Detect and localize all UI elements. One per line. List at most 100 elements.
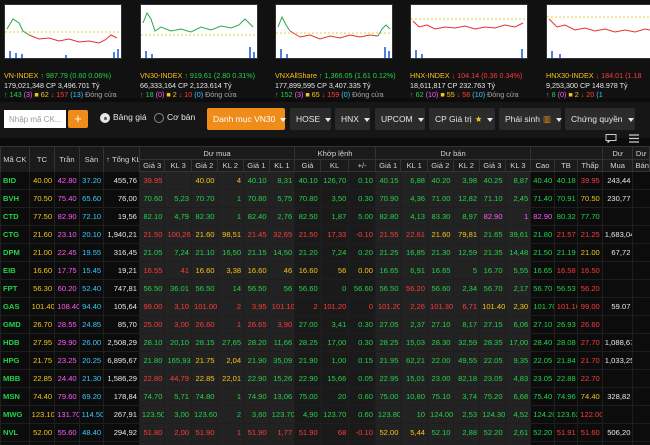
- table-row[interactable]: MBB 22.85 24.40 21.30 1,586,29 22.80 44,79 22.8…: [0, 369, 650, 388]
- table-cell: 101.20: [374, 297, 401, 316]
- col-match-price[interactable]: Giá: [294, 159, 321, 172]
- table-cell: 70.80: [243, 189, 270, 208]
- table-row[interactable]: PNJ83.9089.7078.10229,7783.703,6083.803,…: [0, 441, 650, 445]
- advancers: ↑ 8: [546, 90, 556, 99]
- col-bid-price-1[interactable]: Giá 1: [243, 159, 270, 172]
- tab-hnx[interactable]: HNX: [335, 108, 370, 130]
- table-cell: 16,50: [216, 243, 244, 262]
- stock-symbol[interactable]: NVL: [0, 423, 30, 442]
- col-match-vol[interactable]: KL: [319, 159, 350, 172]
- col-bid-vol-3[interactable]: KL 3: [164, 159, 193, 172]
- basic-radio[interactable]: [154, 113, 164, 123]
- index-card-vn30[interactable]: VN30-INDEX ↑ 919.61 (2.80 0.31%) 66,333,…: [140, 4, 264, 99]
- stock-symbol[interactable]: DPM: [0, 243, 30, 262]
- header-floor[interactable]: Sàn: [78, 146, 105, 172]
- index-card-vnindex[interactable]: VN-INDEX ↑ 987.79 (0.60 0.06%) 179,021,3…: [4, 4, 128, 99]
- table-row[interactable]: NVL 52.00 55.60 48.40 294,92 51.80 2,00 51.90 1 5…: [0, 423, 650, 442]
- tab-hose[interactable]: HOSE: [290, 108, 332, 130]
- stock-symbol[interactable]: BVH: [0, 189, 30, 208]
- tab-warrants[interactable]: Chứng quyền: [565, 108, 635, 130]
- table-cell: 40.18: [553, 171, 578, 190]
- chat-icon[interactable]: [605, 134, 617, 143]
- tab-upcom[interactable]: UPCOM: [375, 108, 425, 130]
- col-bid-vol-2[interactable]: KL 2: [216, 159, 245, 172]
- stock-symbol[interactable]: HPG: [0, 351, 30, 370]
- table-row[interactable]: BVH 70.50 75.40 65.60 76,00 70.60 5,23 70.70 1 70…: [0, 189, 650, 208]
- index-card-vnxallshare[interactable]: VNXAllShare ↑ 1,366.05 (1.61 0.12%) 177,…: [275, 4, 399, 99]
- table-cell: 56.53: [553, 279, 578, 298]
- unchanged: ■ 2: [166, 90, 177, 99]
- stock-symbol[interactable]: FPT: [0, 279, 30, 298]
- col-high[interactable]: Cao: [530, 159, 555, 172]
- decliners: ↓ 58: [454, 90, 471, 99]
- add-stock-button[interactable]: +: [68, 110, 88, 128]
- stock-symbol[interactable]: HDB: [0, 333, 30, 352]
- table-cell: 101.16: [553, 297, 578, 316]
- chevron-down-icon: [417, 117, 424, 122]
- table-row[interactable]: CTG 21.60 23.10 20.10 1,940,21 21.50 100,26 21.…: [0, 225, 650, 244]
- menu-icon[interactable]: [628, 134, 640, 143]
- table-cell: 28.30: [427, 333, 454, 352]
- stock-symbol[interactable]: MSN: [0, 387, 30, 406]
- tab-vn30-list[interactable]: Danh mục VN30: [207, 108, 287, 130]
- index-card-hnxindex[interactable]: HNX-INDEX ↓ 104.14 (0.36 0.34%) 18,611,8…: [410, 4, 534, 99]
- col-bid-vol-1[interactable]: KL 1: [268, 159, 296, 172]
- stock-symbol[interactable]: CTD: [0, 207, 30, 226]
- stock-symbol[interactable]: MBB: [0, 369, 30, 388]
- col-ask-price-2[interactable]: Giá 2: [427, 159, 454, 172]
- table-row[interactable]: GMD 26.70 28.55 24.85 85,70 25.00 3,00 26.60 1 26…: [0, 315, 650, 334]
- table-cell: 39.95: [138, 171, 165, 190]
- price-board-radio[interactable]: [100, 113, 110, 123]
- table-cell: 27.05: [374, 315, 401, 334]
- table-cell: 5,55: [504, 261, 531, 280]
- table-row[interactable]: DPM 21.00 22.45 19.55 316,45 21.05 7,24 21.10 16…: [0, 243, 650, 262]
- index-chart-vnindex: [4, 4, 122, 59]
- stock-symbol[interactable]: BID: [0, 171, 30, 190]
- table-row[interactable]: HDB 27.95 29.90 26.00 2,508,29 28.10 20,10 28.1…: [0, 333, 650, 352]
- stock-symbol[interactable]: GMD: [0, 315, 30, 334]
- col-ask-vol-3[interactable]: KL 3: [504, 159, 532, 172]
- header-ceiling[interactable]: Trần: [54, 146, 80, 172]
- col-ask-vol-2[interactable]: KL 2: [452, 159, 481, 172]
- table-cell: 316,45: [103, 243, 140, 262]
- stock-symbol[interactable]: EIB: [0, 261, 30, 280]
- table-row[interactable]: MSN 74.40 79.60 69.20 178,84 74.70 5,71 74.80 1 7…: [0, 387, 650, 406]
- stock-symbol[interactable]: CTG: [0, 225, 30, 244]
- table-cell: [601, 441, 633, 445]
- tab-derivatives[interactable]: Phái sinh ▥: [499, 108, 562, 130]
- table-cell: 40.40: [530, 171, 555, 190]
- col-bid-price-2[interactable]: Giá 2: [191, 159, 218, 172]
- col-ask-vol-1[interactable]: KL 1: [400, 159, 429, 172]
- table-cell: [632, 441, 650, 445]
- table-row[interactable]: BID 40.00 42.80 37.20 455,76 39.95 40.00 4 40.10…: [0, 171, 650, 190]
- header-total-volume[interactable]: ↑ Tổng KL: [103, 146, 140, 172]
- col-sell[interactable]: Bán: [632, 159, 650, 172]
- col-change[interactable]: +/-: [348, 159, 376, 172]
- index-change: ↓ 104.14 (0.36 0.34%): [451, 71, 523, 80]
- header-reference[interactable]: TC: [28, 146, 56, 172]
- tab-value-stocks[interactable]: CP Giá trị ★: [429, 108, 495, 130]
- stock-search-input[interactable]: [4, 110, 66, 128]
- col-ask-price-3[interactable]: Giá 3: [479, 159, 506, 172]
- header-symbol[interactable]: Mã CK: [0, 146, 30, 172]
- table-cell: 72.10: [78, 207, 104, 226]
- table-row[interactable]: MWG 123.10 131.70 114.50 267,91 123.50 3,00 123…: [0, 405, 650, 424]
- table-row[interactable]: HPG 21.75 23.25 20.25 6,895,67 21.80 165,93 21.…: [0, 351, 650, 370]
- table-cell: [632, 333, 650, 352]
- stock-symbol[interactable]: MWG: [0, 405, 30, 424]
- col-average[interactable]: TB: [553, 159, 579, 172]
- table-row[interactable]: FPT 56.30 60.20 52.40 747,81 56.50 36.01 56.50 1…: [0, 279, 650, 298]
- col-low[interactable]: Thấp: [577, 159, 603, 172]
- table-cell: 2,53: [452, 405, 480, 424]
- table-cell: 506,20: [601, 423, 633, 442]
- table-row[interactable]: GAS 101.40 108.40 94.40 105,64 99.00 3,10 101.0…: [0, 297, 650, 316]
- table-cell: 56.20: [577, 279, 603, 298]
- table-row[interactable]: EIB 16.60 17.75 15.45 19,21 16.55 41 16.60 3,38 1…: [0, 261, 650, 280]
- col-bid-price-3[interactable]: Giá 3: [138, 159, 166, 172]
- col-buy[interactable]: Mua: [601, 159, 634, 172]
- index-card-hnx30[interactable]: HNX30-INDEX ↓ 184.01 (1.18 9,253,300 CP …: [546, 4, 650, 99]
- stock-symbol[interactable]: PNJ: [0, 441, 30, 445]
- col-ask-price-1[interactable]: Giá 1: [374, 159, 402, 172]
- stock-symbol[interactable]: GAS: [0, 297, 30, 316]
- table-row[interactable]: CTD 77.50 82.90 72.10 19,56 82.10 4,79 82.30 1 82…: [0, 207, 650, 226]
